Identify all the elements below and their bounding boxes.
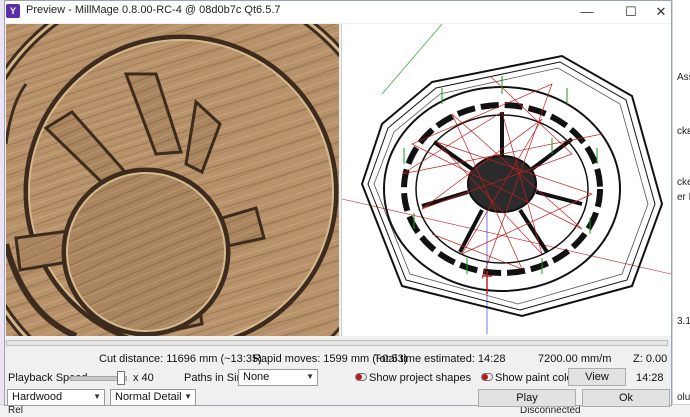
background-text: er F <box>677 192 690 203</box>
background-text: ckε <box>677 126 690 137</box>
background-text: cke <box>677 177 690 188</box>
background-text: olu <box>677 392 690 403</box>
show-project-shapes-label: Show project shapes <box>369 372 472 384</box>
background-app-right-panel <box>672 0 690 416</box>
play-button[interactable]: Play <box>478 389 576 407</box>
background-text: Ass <box>677 72 690 83</box>
show-paint-colors-toggle[interactable] <box>481 373 493 381</box>
material-value: Hardwood <box>12 391 63 403</box>
detail-select[interactable]: Normal Detail ▼ <box>110 389 196 406</box>
detail-value: Normal Detail <box>115 391 182 403</box>
chevron-down-icon: ▼ <box>184 392 192 401</box>
millmage-logo-icon: Y <box>6 4 20 18</box>
material-select[interactable]: Hardwood ▼ <box>7 389 105 406</box>
paths-in-sim-value: None <box>243 371 270 383</box>
ok-button[interactable]: Ok <box>582 389 670 407</box>
playback-speed-slider-handle[interactable] <box>117 371 126 385</box>
playback-multiplier: x 40 <box>133 372 154 384</box>
background-text: Rel <box>8 405 24 416</box>
feed-rate-readout: 7200.00 mm/m <box>538 353 612 365</box>
carving-simulation-view[interactable] <box>6 24 339 336</box>
close-button[interactable]: ✕ <box>646 1 676 23</box>
window-title: Preview - MillMage 0.8.00-RC-4 @ 08d0b7c… <box>26 4 281 16</box>
chevron-down-icon: ▼ <box>93 392 101 401</box>
toolpath-render <box>341 23 672 334</box>
cut-distance-label: Cut distance: 11696 mm (~13:35) <box>99 353 262 365</box>
toolpath-3d-view[interactable] <box>341 23 672 336</box>
minimize-button[interactable]: — <box>572 1 602 23</box>
z-position-readout: Z: 0.00 <box>633 353 668 365</box>
chevron-down-icon: ▼ <box>306 372 314 381</box>
show-project-shapes-toggle[interactable] <box>355 373 367 381</box>
time-readout: 14:28 <box>636 372 664 384</box>
total-time-label: Total time estimated: 14:28 <box>374 353 506 365</box>
background-text: 3.1 <box>677 316 690 327</box>
view-button[interactable]: View <box>568 368 626 386</box>
wood-carving-render <box>6 24 339 336</box>
paths-in-sim-select[interactable]: None ▼ <box>238 369 318 386</box>
playback-progress-bar[interactable] <box>6 340 668 346</box>
maximize-button[interactable]: ☐ <box>616 1 646 23</box>
